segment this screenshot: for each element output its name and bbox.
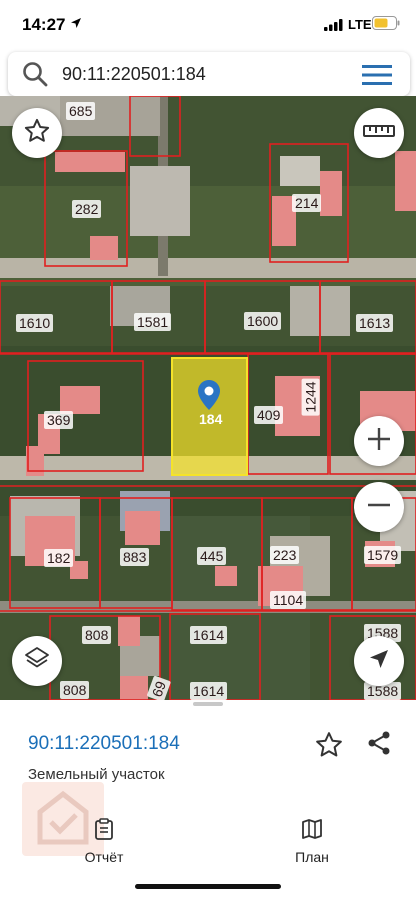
parcel-label[interactable]: 223 <box>270 546 300 564</box>
parcel-label[interactable]: 1581 <box>134 313 172 331</box>
search-bar[interactable]: 90:11:220501:184 <box>8 52 410 96</box>
parcel-label[interactable]: 1614 <box>190 682 228 700</box>
parcel-label[interactable]: 214 <box>292 194 322 212</box>
parcel-label[interactable]: 808 <box>82 626 112 644</box>
map-pin-icon[interactable] <box>198 380 220 415</box>
status-time: 14:27 <box>22 15 66 34</box>
tab-plan-label: План <box>295 849 329 865</box>
parcel-label[interactable]: 1613 <box>356 314 394 332</box>
parcel-label[interactable]: 409 <box>254 406 284 424</box>
ruler-icon <box>363 122 395 145</box>
parcel-label[interactable]: 685 <box>66 102 96 120</box>
parcel-label[interactable]: 1104 <box>270 591 307 609</box>
plus-icon <box>366 426 392 457</box>
navigation-arrow-icon <box>367 647 391 676</box>
signal-icon <box>324 18 344 36</box>
tab-report-label: Отчёт <box>84 849 124 865</box>
location-arrow-icon <box>70 16 82 34</box>
parcel-label[interactable]: 445 <box>197 547 227 565</box>
zoom-in-button[interactable] <box>354 416 404 466</box>
layers-icon <box>23 645 51 678</box>
cadastral-number[interactable]: 90:11:220501:184 <box>28 733 180 755</box>
favorite-star-icon[interactable] <box>314 730 344 765</box>
parcel-label[interactable]: 1579 <box>364 546 402 564</box>
minus-icon <box>366 492 392 523</box>
parcel-label[interactable]: 1244 <box>301 378 320 416</box>
status-bar: 14:27 LTE <box>0 0 416 50</box>
tab-plan[interactable]: План <box>272 818 352 865</box>
layers-button[interactable] <box>12 636 62 686</box>
share-icon[interactable] <box>366 730 392 761</box>
my-location-button[interactable] <box>354 636 404 686</box>
battery-icon <box>372 16 400 35</box>
parcel-label[interactable]: 1600 <box>244 312 282 330</box>
parcel-label[interactable]: 1614 <box>190 626 228 644</box>
map-view[interactable]: 685 282 214 1610 1581 1600 1613 369 184 … <box>0 96 416 700</box>
parcel-label[interactable]: 883 <box>120 548 150 566</box>
tab-report[interactable]: Отчёт <box>64 818 144 865</box>
parcel-label[interactable]: 282 <box>72 200 102 218</box>
parcel-label[interactable]: 182 <box>44 549 74 567</box>
star-outline-icon <box>23 117 51 150</box>
parcel-label[interactable]: 808 <box>60 681 90 699</box>
zoom-out-button[interactable] <box>354 482 404 532</box>
parcel-label[interactable]: 369 <box>44 411 74 429</box>
favorite-button[interactable] <box>12 108 62 158</box>
search-icon[interactable] <box>22 61 48 92</box>
network-label: LTE <box>348 17 372 32</box>
search-input[interactable]: 90:11:220501:184 <box>62 64 206 85</box>
parcel-label[interactable]: 1610 <box>16 314 54 332</box>
menu-icon[interactable] <box>362 64 392 91</box>
parcel-type-label: Земельный участок <box>28 766 165 783</box>
measure-button[interactable] <box>354 108 404 158</box>
parcel-info-sheet[interactable]: 90:11:220501:184 Земельный участок Отчёт… <box>0 700 416 900</box>
clipboard-icon <box>94 818 114 844</box>
sheet-drag-handle[interactable] <box>193 702 223 706</box>
home-indicator[interactable] <box>135 884 281 889</box>
map-icon <box>301 819 323 844</box>
